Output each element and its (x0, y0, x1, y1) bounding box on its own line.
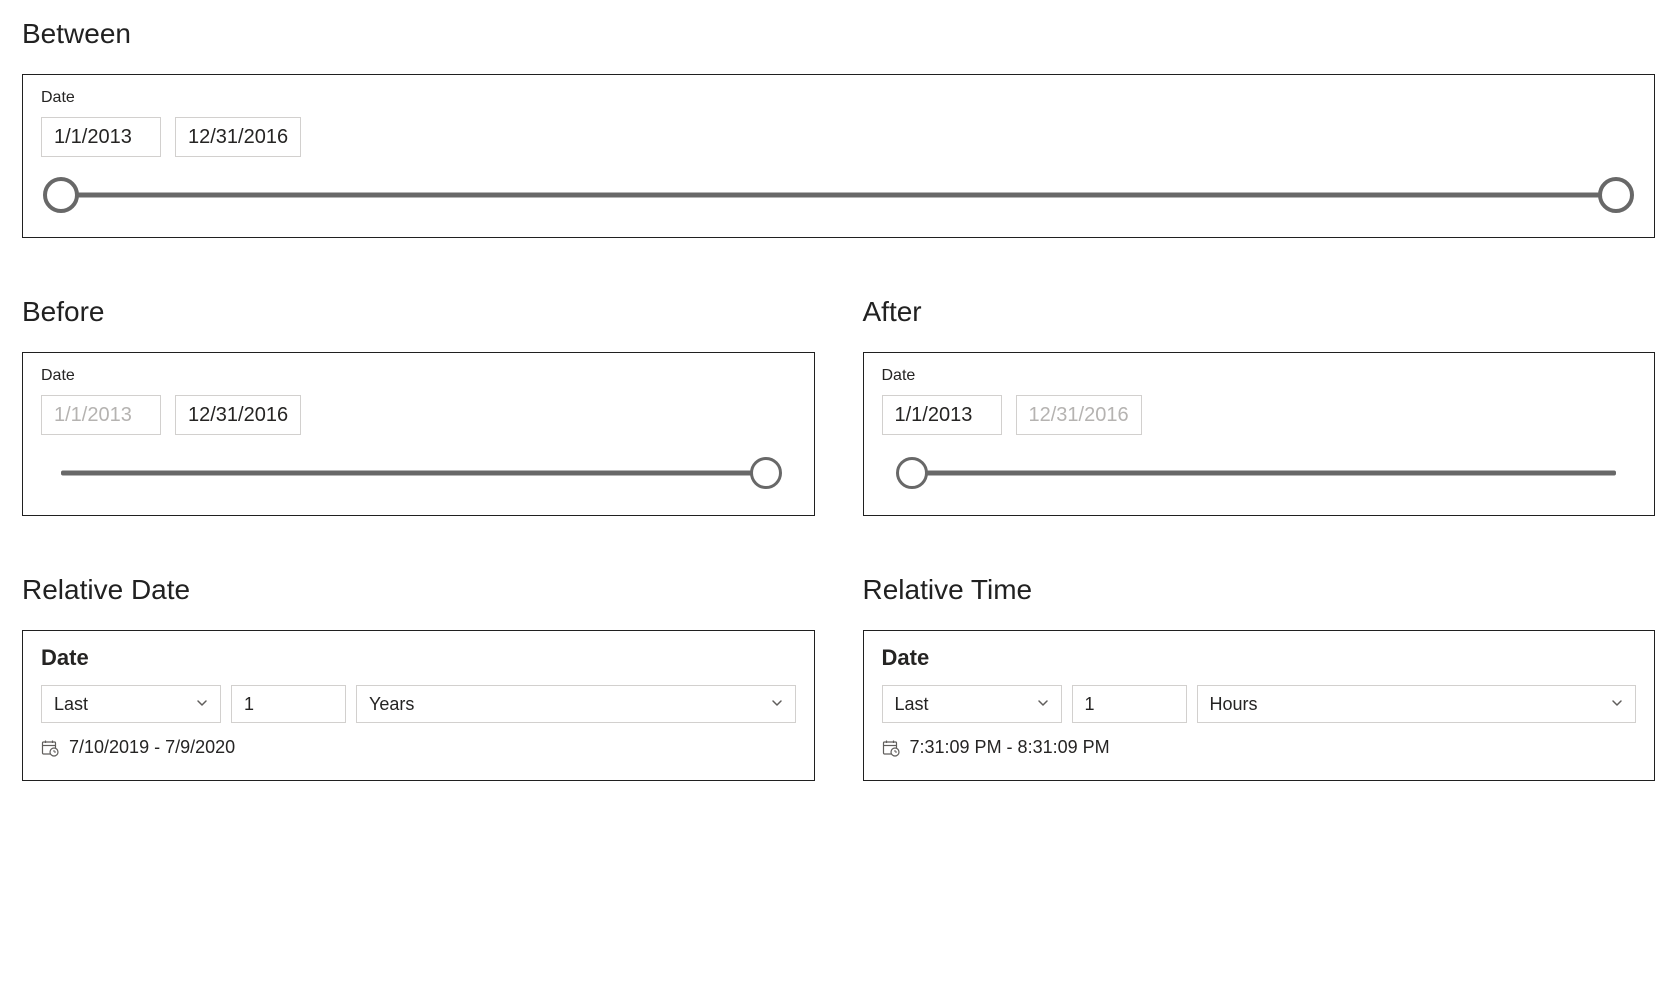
before-end-date-input[interactable]: 12/31/2016 (175, 395, 301, 435)
relative-row: Relative Date Date Last 1 Years (22, 574, 1655, 781)
relative-time-mode-dropdown[interactable]: Last (882, 685, 1062, 723)
relative-time-section: Relative Time Date Last 1 Hours (863, 574, 1656, 781)
relative-time-count-input[interactable]: 1 (1072, 685, 1187, 723)
before-slider[interactable] (41, 453, 796, 493)
calendar-clock-icon (882, 739, 900, 757)
between-slider-handle-end[interactable] (1598, 177, 1634, 213)
between-slider-track (61, 193, 1616, 198)
relative-date-mode-dropdown[interactable]: Last (41, 685, 221, 723)
before-field-label: Date (41, 367, 796, 385)
calendar-clock-icon (41, 739, 59, 757)
chevron-down-icon (1611, 697, 1623, 712)
relative-date-field-label: Date (41, 645, 796, 671)
before-section: Before Date 1/1/2013 12/31/2016 (22, 296, 815, 516)
between-start-date-input[interactable]: 1/1/2013 (41, 117, 161, 157)
between-slider[interactable] (41, 175, 1636, 215)
between-slider-handle-start[interactable] (43, 177, 79, 213)
relative-date-card: Date Last 1 Years (22, 630, 815, 781)
after-end-date-input: 12/31/2016 (1016, 395, 1142, 435)
before-slider-track (61, 471, 758, 476)
between-end-date-input[interactable]: 12/31/2016 (175, 117, 301, 157)
relative-date-mode-value: Last (54, 694, 88, 715)
relative-date-controls: Last 1 Years (41, 685, 796, 723)
relative-date-unit-value: Years (369, 694, 414, 715)
relative-time-range-text: 7:31:09 PM - 8:31:09 PM (910, 737, 1110, 758)
before-start-date-input: 1/1/2013 (41, 395, 161, 435)
after-slider-track (920, 471, 1617, 476)
relative-date-section: Relative Date Date Last 1 Years (22, 574, 815, 781)
relative-time-card: Date Last 1 Hours (863, 630, 1656, 781)
between-date-inputs: 1/1/2013 12/31/2016 (41, 117, 1636, 157)
relative-time-unit-dropdown[interactable]: Hours (1197, 685, 1637, 723)
after-date-inputs: 1/1/2013 12/31/2016 (882, 395, 1637, 435)
between-card: Date 1/1/2013 12/31/2016 (22, 74, 1655, 238)
relative-date-count-input[interactable]: 1 (231, 685, 346, 723)
chevron-down-icon (196, 697, 208, 712)
after-card: Date 1/1/2013 12/31/2016 (863, 352, 1656, 516)
between-title: Between (22, 18, 1655, 50)
relative-date-unit-dropdown[interactable]: Years (356, 685, 796, 723)
after-start-date-input[interactable]: 1/1/2013 (882, 395, 1002, 435)
before-title: Before (22, 296, 815, 328)
relative-time-controls: Last 1 Hours (882, 685, 1637, 723)
before-date-inputs: 1/1/2013 12/31/2016 (41, 395, 796, 435)
after-slider-handle[interactable] (896, 457, 928, 489)
relative-date-title: Relative Date (22, 574, 815, 606)
before-after-row: Before Date 1/1/2013 12/31/2016 After Da… (22, 296, 1655, 516)
relative-time-unit-value: Hours (1210, 694, 1258, 715)
chevron-down-icon (1037, 697, 1049, 712)
between-field-label: Date (41, 89, 1636, 107)
chevron-down-icon (771, 697, 783, 712)
between-section: Between Date 1/1/2013 12/31/2016 (22, 18, 1655, 238)
after-field-label: Date (882, 367, 1637, 385)
relative-time-range-display: 7:31:09 PM - 8:31:09 PM (882, 737, 1637, 758)
after-section: After Date 1/1/2013 12/31/2016 (863, 296, 1656, 516)
relative-date-range-text: 7/10/2019 - 7/9/2020 (69, 737, 235, 758)
before-slider-handle[interactable] (750, 457, 782, 489)
before-card: Date 1/1/2013 12/31/2016 (22, 352, 815, 516)
relative-time-field-label: Date (882, 645, 1637, 671)
relative-date-range-display: 7/10/2019 - 7/9/2020 (41, 737, 796, 758)
after-title: After (863, 296, 1656, 328)
relative-time-mode-value: Last (895, 694, 929, 715)
relative-time-title: Relative Time (863, 574, 1656, 606)
after-slider[interactable] (882, 453, 1637, 493)
